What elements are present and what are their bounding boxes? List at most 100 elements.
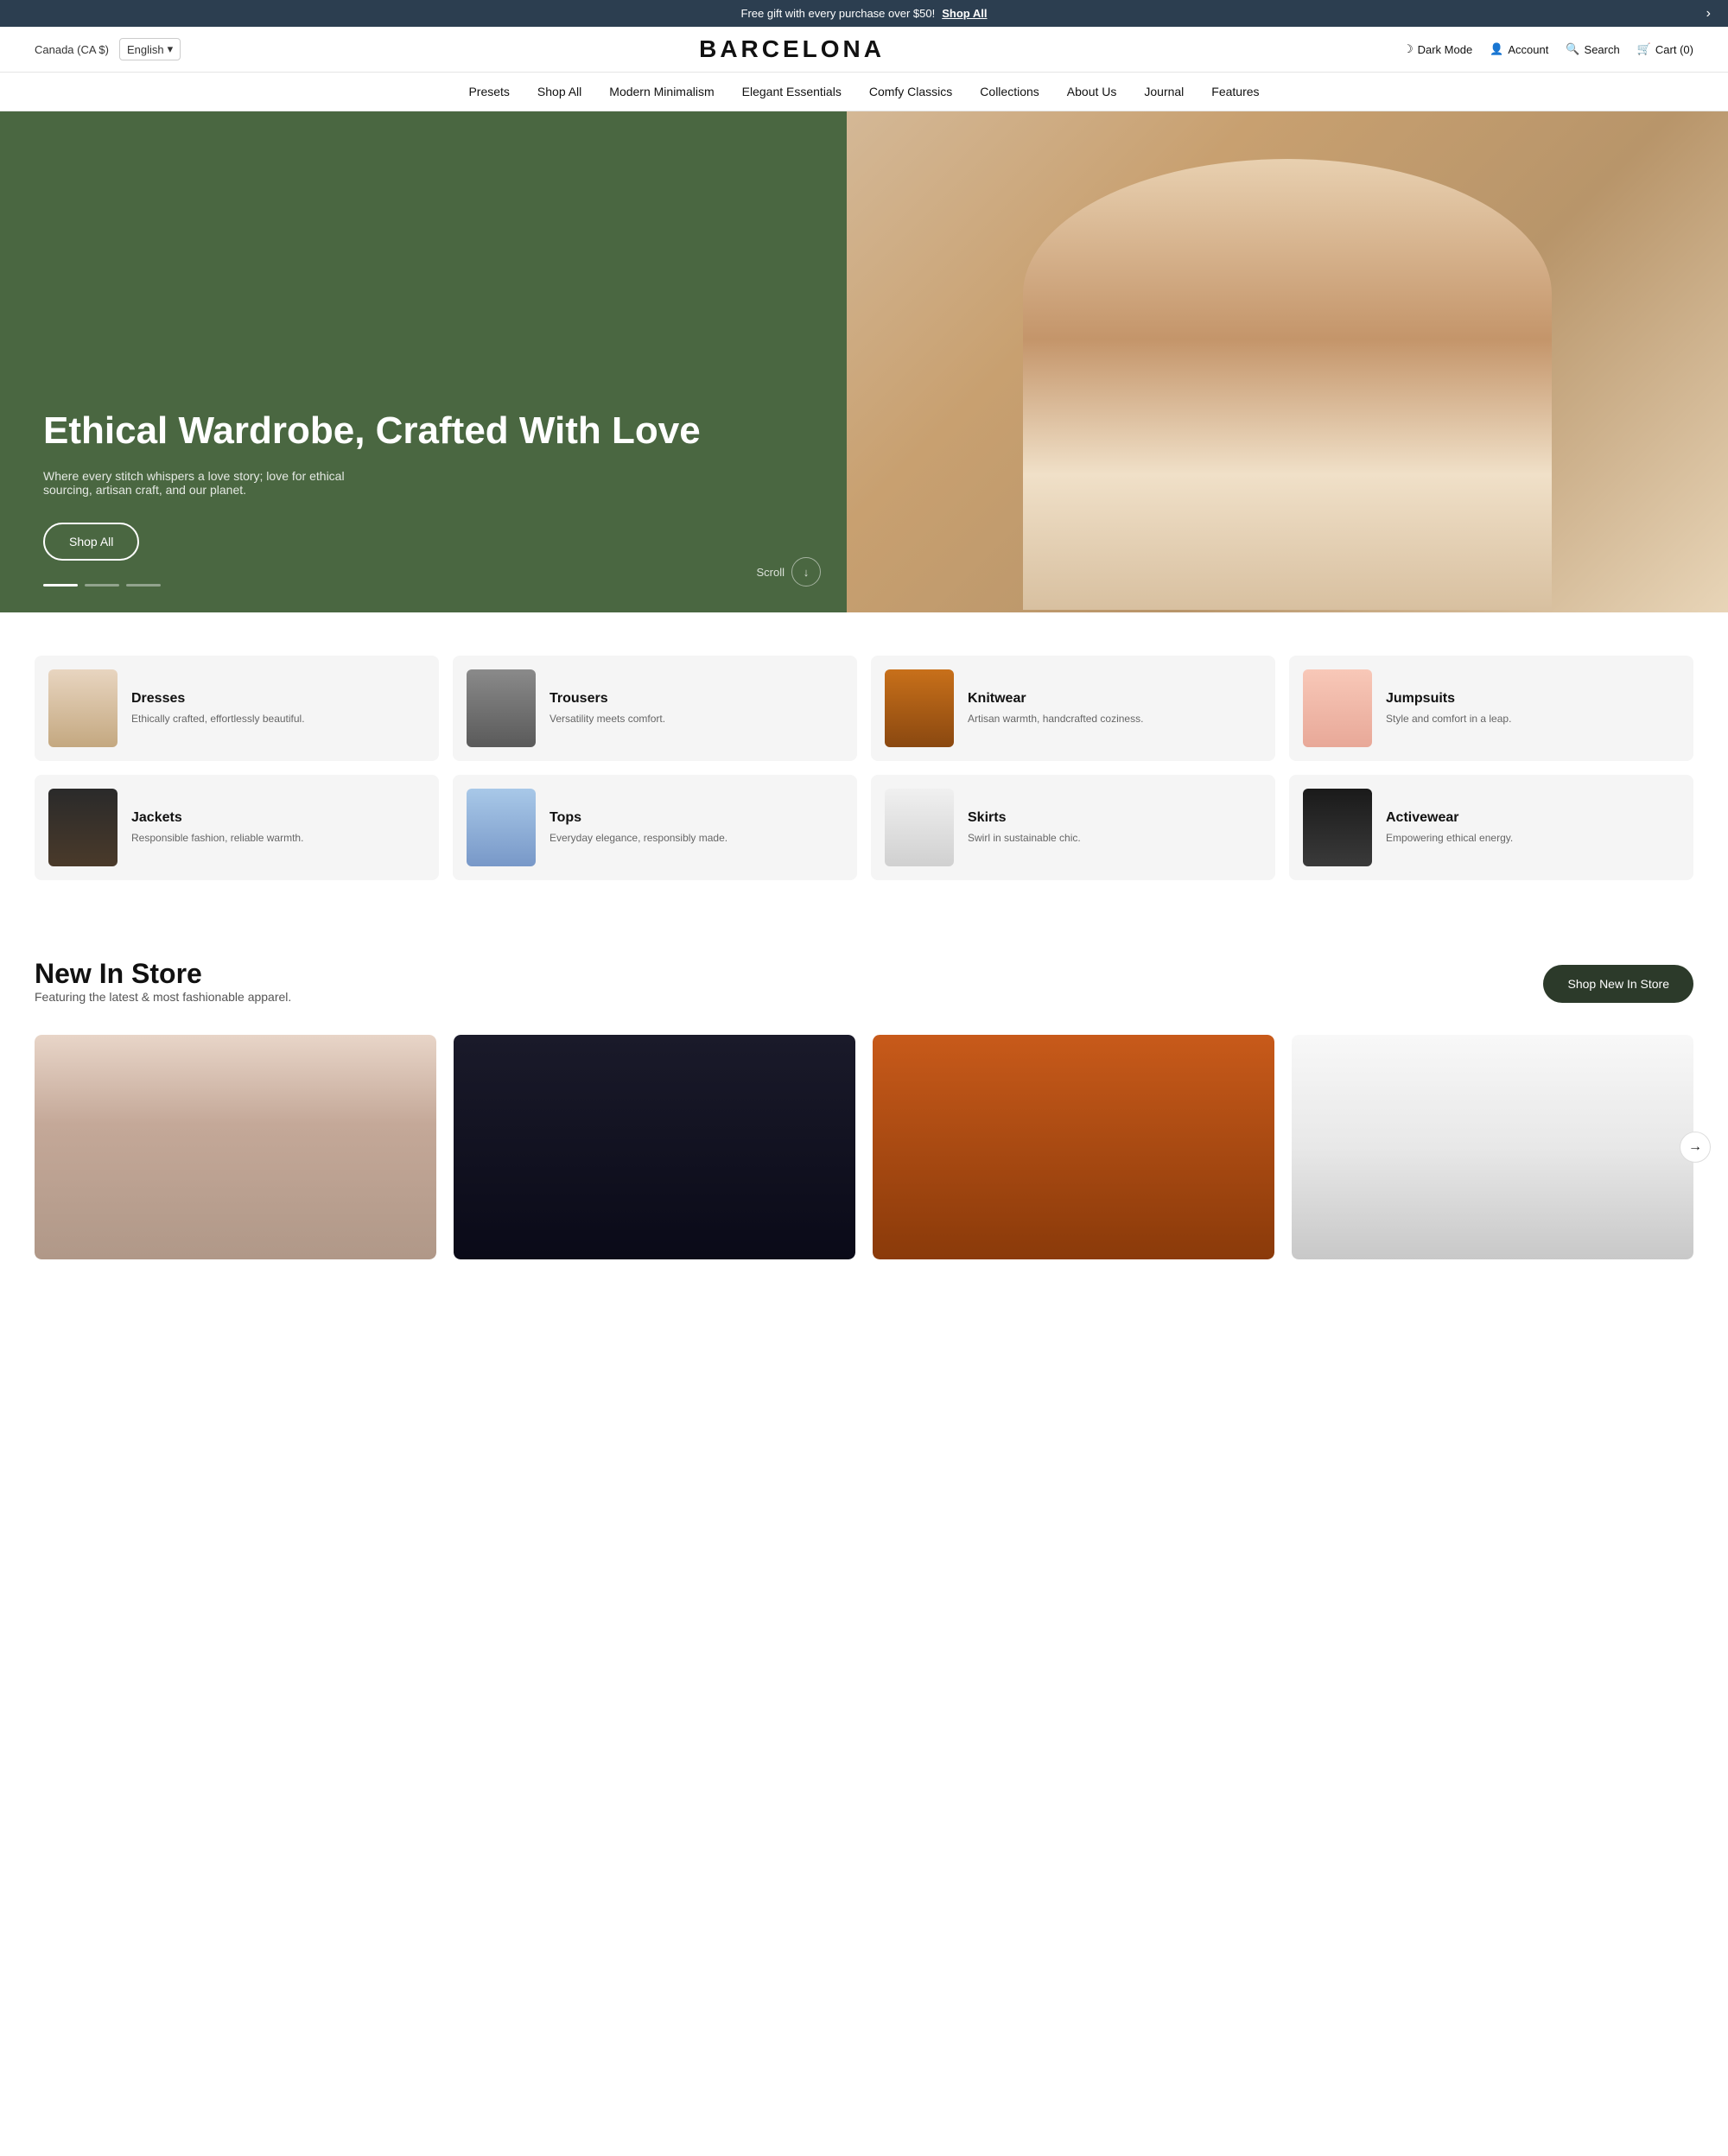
utility-bar: Canada (CA $) English ▾ BARCELONA ☽ Dark… <box>0 27 1728 73</box>
product-card-3[interactable] <box>873 1035 1274 1259</box>
product-card-4[interactable] <box>1292 1035 1693 1259</box>
category-image-tops <box>467 789 536 866</box>
category-name: Jackets <box>131 810 303 826</box>
nav-item-comfy-classics[interactable]: Comfy Classics <box>869 85 952 98</box>
categories-grid: Dresses Ethically crafted, effortlessly … <box>35 656 1693 880</box>
scroll-button[interactable]: ↓ <box>791 557 821 587</box>
category-info-trousers: Trousers Versatility meets comfort. <box>550 691 665 726</box>
category-card-dresses[interactable]: Dresses Ethically crafted, effortlessly … <box>35 656 439 761</box>
category-card-jackets[interactable]: Jackets Responsible fashion, reliable wa… <box>35 775 439 880</box>
cart-icon: 🛒 <box>1637 42 1651 56</box>
category-name: Activewear <box>1386 810 1513 826</box>
search-button[interactable]: 🔍 Search <box>1566 42 1619 56</box>
person-icon: 👤 <box>1490 42 1503 56</box>
search-icon: 🔍 <box>1566 42 1579 56</box>
category-image-jackets <box>48 789 118 866</box>
nav-item-elegant-essentials[interactable]: Elegant Essentials <box>742 85 842 98</box>
hero-right <box>847 111 1728 612</box>
category-card-tops[interactable]: Tops Everyday elegance, responsibly made… <box>453 775 857 880</box>
nav-item-collections[interactable]: Collections <box>980 85 1039 98</box>
product-image-1 <box>35 1035 436 1259</box>
nav-item-features[interactable]: Features <box>1211 85 1259 98</box>
category-name: Jumpsuits <box>1386 691 1511 707</box>
chevron-down-icon: ↓ <box>804 566 810 579</box>
account-label: Account <box>1508 43 1548 56</box>
category-name: Trousers <box>550 691 665 707</box>
category-image-knitwear <box>885 669 954 747</box>
close-icon[interactable]: › <box>1706 6 1711 22</box>
nav-item-about-us[interactable]: About Us <box>1067 85 1117 98</box>
next-arrow-button[interactable]: → <box>1680 1132 1711 1163</box>
new-in-subtitle: Featuring the latest & most fashionable … <box>35 990 291 1004</box>
category-name: Skirts <box>968 810 1081 826</box>
category-info-jumpsuits: Jumpsuits Style and comfort in a leap. <box>1386 691 1511 726</box>
cart-button[interactable]: 🛒 Cart (0) <box>1637 42 1693 56</box>
category-card-knitwear[interactable]: Knitwear Artisan warmth, handcrafted coz… <box>871 656 1275 761</box>
category-image-dresses <box>48 669 118 747</box>
category-image-trousers <box>467 669 536 747</box>
cart-label: Cart (0) <box>1655 43 1693 56</box>
utility-left: Canada (CA $) English ▾ <box>35 38 181 60</box>
announcement-text: Free gift with every purchase over $50! <box>741 7 936 20</box>
category-description: Versatility meets comfort. <box>550 712 665 726</box>
category-image-jumpsuits <box>1303 669 1372 747</box>
category-info-activewear: Activewear Empowering ethical energy. <box>1386 810 1513 846</box>
account-button[interactable]: 👤 Account <box>1490 42 1548 56</box>
region-label: Canada (CA $) <box>35 43 109 56</box>
hero-title: Ethical Wardrobe, Crafted With Love <box>43 409 804 453</box>
moon-icon: ☽ <box>1403 42 1414 56</box>
scroll-label: Scroll <box>756 566 785 579</box>
categories-section: Dresses Ethically crafted, effortlessly … <box>0 612 1728 923</box>
category-info-tops: Tops Everyday elegance, responsibly made… <box>550 810 727 846</box>
product-card-1[interactable] <box>35 1035 436 1259</box>
hero-dot-3[interactable] <box>126 584 161 587</box>
hero-cta-button[interactable]: Shop All <box>43 523 139 561</box>
hero-dot-2[interactable] <box>85 584 119 587</box>
main-nav: Presets Shop All Modern Minimalism Elegant … <box>0 73 1728 111</box>
category-description: Empowering ethical energy. <box>1386 831 1513 846</box>
product-card-2[interactable] <box>454 1035 855 1259</box>
category-card-trousers[interactable]: Trousers Versatility meets comfort. <box>453 656 857 761</box>
category-info-jackets: Jackets Responsible fashion, reliable wa… <box>131 810 303 846</box>
new-in-title-group: New In Store Featuring the latest & most… <box>35 958 291 1028</box>
category-name: Tops <box>550 810 727 826</box>
category-info-knitwear: Knitwear Artisan warmth, handcrafted coz… <box>968 691 1143 726</box>
category-card-jumpsuits[interactable]: Jumpsuits Style and comfort in a leap. <box>1289 656 1693 761</box>
new-in-section: New In Store Featuring the latest & most… <box>0 923 1728 1277</box>
category-image-skirts <box>885 789 954 866</box>
category-description: Style and comfort in a leap. <box>1386 712 1511 726</box>
nav-item-shop-all[interactable]: Shop All <box>537 85 581 98</box>
category-description: Everyday elegance, responsibly made. <box>550 831 727 846</box>
category-info-dresses: Dresses Ethically crafted, effortlessly … <box>131 691 305 726</box>
category-description: Swirl in sustainable chic. <box>968 831 1081 846</box>
hero-dot-1[interactable] <box>43 584 78 587</box>
dark-mode-toggle[interactable]: ☽ Dark Mode <box>1403 42 1472 56</box>
model-image <box>1023 159 1552 610</box>
hero-dots <box>43 584 161 587</box>
products-grid: → <box>35 1035 1693 1259</box>
hero-scroll[interactable]: Scroll ↓ <box>756 557 821 587</box>
category-card-skirts[interactable]: Skirts Swirl in sustainable chic. <box>871 775 1275 880</box>
hero-left: Ethical Wardrobe, Crafted With Love Wher… <box>0 111 847 612</box>
hero-image <box>847 111 1728 612</box>
utility-right: ☽ Dark Mode 👤 Account 🔍 Search 🛒 Cart (0… <box>1403 42 1693 56</box>
category-name: Knitwear <box>968 691 1143 707</box>
nav-item-journal[interactable]: Journal <box>1144 85 1184 98</box>
category-info-skirts: Skirts Swirl in sustainable chic. <box>968 810 1081 846</box>
shop-new-button[interactable]: Shop New In Store <box>1543 965 1693 1003</box>
language-selector[interactable]: English ▾ <box>119 38 181 60</box>
nav-item-modern-minimalism[interactable]: Modern Minimalism <box>609 85 714 98</box>
nav-item-presets[interactable]: Presets <box>468 85 509 98</box>
category-card-activewear[interactable]: Activewear Empowering ethical energy. <box>1289 775 1693 880</box>
category-description: Responsible fashion, reliable warmth. <box>131 831 303 846</box>
new-in-header: New In Store Featuring the latest & most… <box>35 958 1693 1028</box>
category-name: Dresses <box>131 691 305 707</box>
hero-subtitle: Where every stitch whispers a love story… <box>43 469 372 497</box>
site-logo[interactable]: BARCELONA <box>699 35 885 63</box>
product-image-2 <box>454 1035 855 1259</box>
chevron-down-icon: ▾ <box>168 42 174 56</box>
search-label: Search <box>1585 43 1620 56</box>
announcement-link[interactable]: Shop All <box>942 7 987 20</box>
category-image-activewear <box>1303 789 1372 866</box>
new-in-title: New In Store <box>35 958 291 990</box>
